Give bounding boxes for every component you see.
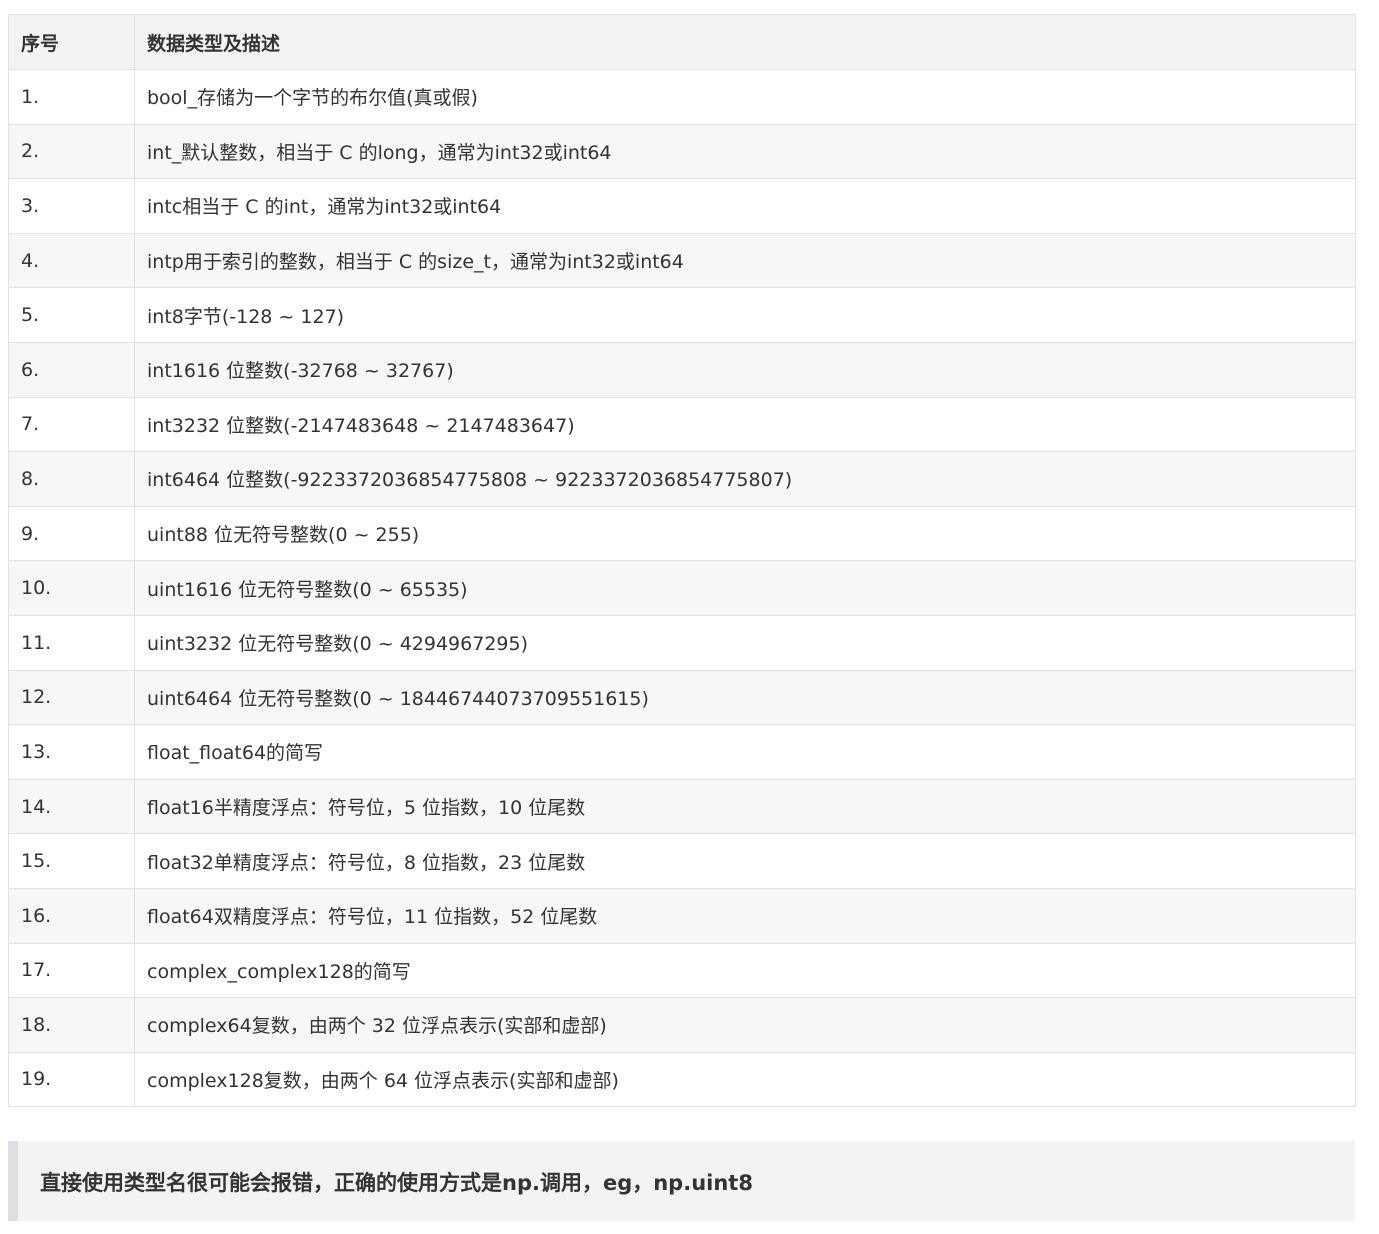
row-description-cell: float16半精度浮点：符号位，5 位指数，10 位尾数: [134, 778, 1356, 835]
row-description-cell: int6464 位整数(-9223372036854775808 ~ 92233…: [134, 451, 1356, 507]
row-description-cell: uint88 位无符号整数(0 ~ 255): [134, 505, 1356, 562]
row-description-cell: bool_存储为一个字节的布尔值(真或假): [134, 69, 1356, 125]
row-description-cell: complex128复数，由两个 64 位浮点表示(实部和虚部): [134, 1051, 1356, 1108]
table-body: 1. bool_存储为一个字节的布尔值(真或假) 2. int_默认整数，相当于 C …: [8, 69, 1356, 1108]
data-type-table: 序号 数据类型及描述 1. bool_存储为一个字节的布尔值(真或假) 2. int_…: [8, 14, 1356, 1108]
row-description-cell: float32单精度浮点：符号位，8 位指数，23 位尾数: [134, 833, 1356, 889]
header-description: 数据类型及描述: [134, 14, 1356, 70]
row-description-cell: uint6464 位无符号整数(0 ~ 18446744073709551615…: [134, 669, 1356, 726]
table-row: 19. complex128复数，由两个 64 位浮点表示(实部和虚部): [8, 1051, 1356, 1108]
row-description-cell: complex_complex128的简写: [134, 942, 1356, 999]
table-row: 4. intp用于索引的整数，相当于 C 的size_t，通常为int32或int…: [8, 232, 1356, 289]
note-blockquote: 直接使用类型名很可能会报错，正确的使用方式是np.调用，eg，np.uint8: [8, 1141, 1355, 1221]
row-index-cell: 10.: [8, 560, 135, 616]
table-row: 10. uint1616 位无符号整数(0 ~ 65535): [8, 560, 1356, 616]
table-row: 17. complex_complex128的简写: [8, 942, 1356, 999]
row-index-cell: 5.: [8, 287, 135, 343]
row-description-cell: complex64复数，由两个 32 位浮点表示(实部和虚部): [134, 997, 1356, 1053]
row-description-cell: uint1616 位无符号整数(0 ~ 65535): [134, 560, 1356, 616]
table-header-row: 序号 数据类型及描述: [8, 14, 1356, 70]
row-index-cell: 15.: [8, 833, 135, 889]
row-index-cell: 16.: [8, 887, 135, 944]
table-row: 13. float_float64的简写: [8, 724, 1356, 780]
row-index-cell: 12.: [8, 669, 135, 726]
data-type-table-container: 序号 数据类型及描述 1. bool_存储为一个字节的布尔值(真或假) 2. int_…: [8, 14, 1356, 1108]
table-row: 8. int6464 位整数(-9223372036854775808 ~ 922…: [8, 451, 1356, 507]
table-row: 1. bool_存储为一个字节的布尔值(真或假): [8, 69, 1356, 125]
row-index-cell: 18.: [8, 997, 135, 1053]
row-index-cell: 19.: [8, 1051, 135, 1108]
table-row: 9. uint88 位无符号整数(0 ~ 255): [8, 505, 1356, 562]
table-row: 6. int1616 位整数(-32768 ~ 32767): [8, 341, 1356, 398]
row-index-cell: 14.: [8, 778, 135, 835]
row-description-cell: int3232 位整数(-2147483648 ~ 2147483647): [134, 396, 1356, 453]
table-row: 16. float64双精度浮点：符号位，11 位指数，52 位尾数: [8, 887, 1356, 944]
table-row: 7. int3232 位整数(-2147483648 ~ 2147483647): [8, 396, 1356, 453]
row-description-cell: int1616 位整数(-32768 ~ 32767): [134, 341, 1356, 398]
row-description-cell: float_float64的简写: [134, 724, 1356, 780]
row-description-cell: float64双精度浮点：符号位，11 位指数，52 位尾数: [134, 887, 1356, 944]
table-row: 2. int_默认整数，相当于 C 的long，通常为int32或int64: [8, 123, 1356, 180]
table-row: 5. int8字节(-128 ~ 127): [8, 287, 1356, 343]
table-row: 18. complex64复数，由两个 32 位浮点表示(实部和虚部): [8, 997, 1356, 1053]
row-index-cell: 13.: [8, 724, 135, 780]
table-row: 14. float16半精度浮点：符号位，5 位指数，10 位尾数: [8, 778, 1356, 835]
row-index-cell: 1.: [8, 69, 135, 125]
row-description-cell: int_默认整数，相当于 C 的long，通常为int32或int64: [134, 123, 1356, 180]
row-index-cell: 4.: [8, 232, 135, 289]
row-description-cell: intc相当于 C 的int，通常为int32或int64: [134, 178, 1356, 234]
row-index-cell: 7.: [8, 396, 135, 453]
row-index-cell: 11.: [8, 614, 135, 671]
row-description-cell: intp用于索引的整数，相当于 C 的size_t，通常为int32或int64: [134, 232, 1356, 289]
row-index-cell: 17.: [8, 942, 135, 999]
row-index-cell: 9.: [8, 505, 135, 562]
row-index-cell: 8.: [8, 451, 135, 507]
row-description-cell: uint3232 位无符号整数(0 ~ 4294967295): [134, 614, 1356, 671]
row-index-cell: 6.: [8, 341, 135, 398]
table-row: 11. uint3232 位无符号整数(0 ~ 4294967295): [8, 614, 1356, 671]
header-index: 序号: [8, 14, 135, 70]
table-row: 3. intc相当于 C 的int，通常为int32或int64: [8, 178, 1356, 234]
table-row: 15. float32单精度浮点：符号位，8 位指数，23 位尾数: [8, 833, 1356, 889]
note-text: 直接使用类型名很可能会报错，正确的使用方式是np.调用，eg，np.uint8: [40, 1171, 753, 1195]
row-description-cell: int8字节(-128 ~ 127): [134, 287, 1356, 343]
row-index-cell: 3.: [8, 178, 135, 234]
row-index-cell: 2.: [8, 123, 135, 180]
table-row: 12. uint6464 位无符号整数(0 ~ 18446744073709551…: [8, 669, 1356, 726]
